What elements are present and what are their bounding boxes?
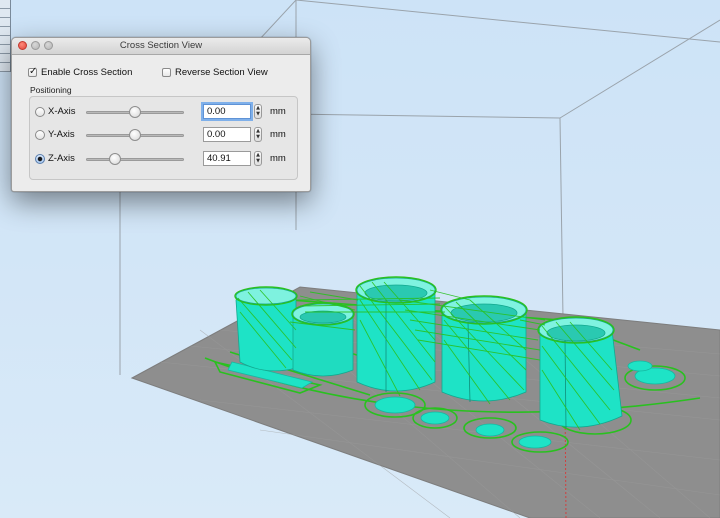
y-axis-label: Y-Axis bbox=[48, 129, 75, 140]
checkbox-empty-icon bbox=[162, 68, 171, 77]
x-axis-unit: mm bbox=[270, 106, 286, 117]
enable-cross-section-checkbox[interactable]: Enable Cross Section bbox=[28, 66, 133, 78]
z-axis-unit: mm bbox=[270, 153, 286, 164]
checkbox-checked-icon bbox=[28, 66, 37, 77]
cross-section-dialog: Cross Section View Enable Cross Section … bbox=[11, 37, 311, 192]
title-bar[interactable]: Cross Section View bbox=[12, 38, 310, 55]
x-axis-slider-knob[interactable] bbox=[129, 106, 141, 118]
y-axis-row: Y-Axis ▲▼ mm bbox=[30, 126, 297, 146]
y-axis-radio[interactable] bbox=[35, 130, 45, 140]
y-axis-stepper[interactable]: ▲ ▼ bbox=[254, 127, 262, 142]
z-axis-label: Z-Axis bbox=[48, 153, 75, 164]
window-title: Cross Section View bbox=[119, 40, 203, 51]
x-axis-value-input[interactable] bbox=[203, 104, 251, 119]
positioning-group: X-Axis ▲▼ mm Y-Axis ▲▼ mm Z-Axis ▲▼ mm bbox=[29, 96, 298, 180]
z-axis-stepper[interactable]: ▲ ▼ bbox=[254, 151, 262, 166]
x-axis-label: X-Axis bbox=[48, 106, 76, 117]
positioning-label: Positioning bbox=[30, 85, 72, 95]
side-panel-edge bbox=[0, 0, 11, 72]
y-axis-unit: mm bbox=[270, 129, 286, 140]
enable-cross-section-label: Enable Cross Section bbox=[41, 67, 133, 78]
z-axis-slider-knob[interactable] bbox=[109, 153, 121, 165]
z-axis-value-input[interactable] bbox=[203, 151, 251, 166]
y-axis-value-input[interactable] bbox=[203, 127, 251, 142]
reverse-section-view-label: Reverse Section View bbox=[175, 67, 268, 78]
z-axis-row: Z-Axis ▲▼ mm bbox=[30, 150, 297, 170]
x-axis-radio[interactable] bbox=[35, 107, 45, 117]
reverse-section-view-checkbox[interactable]: Reverse Section View bbox=[162, 67, 268, 78]
z-axis-slider[interactable] bbox=[86, 158, 184, 161]
z-axis-radio[interactable] bbox=[35, 154, 45, 164]
x-axis-row: X-Axis ▲▼ mm bbox=[30, 103, 297, 123]
x-axis-stepper[interactable]: ▲ ▼ bbox=[254, 104, 262, 119]
y-axis-slider-knob[interactable] bbox=[129, 129, 141, 141]
